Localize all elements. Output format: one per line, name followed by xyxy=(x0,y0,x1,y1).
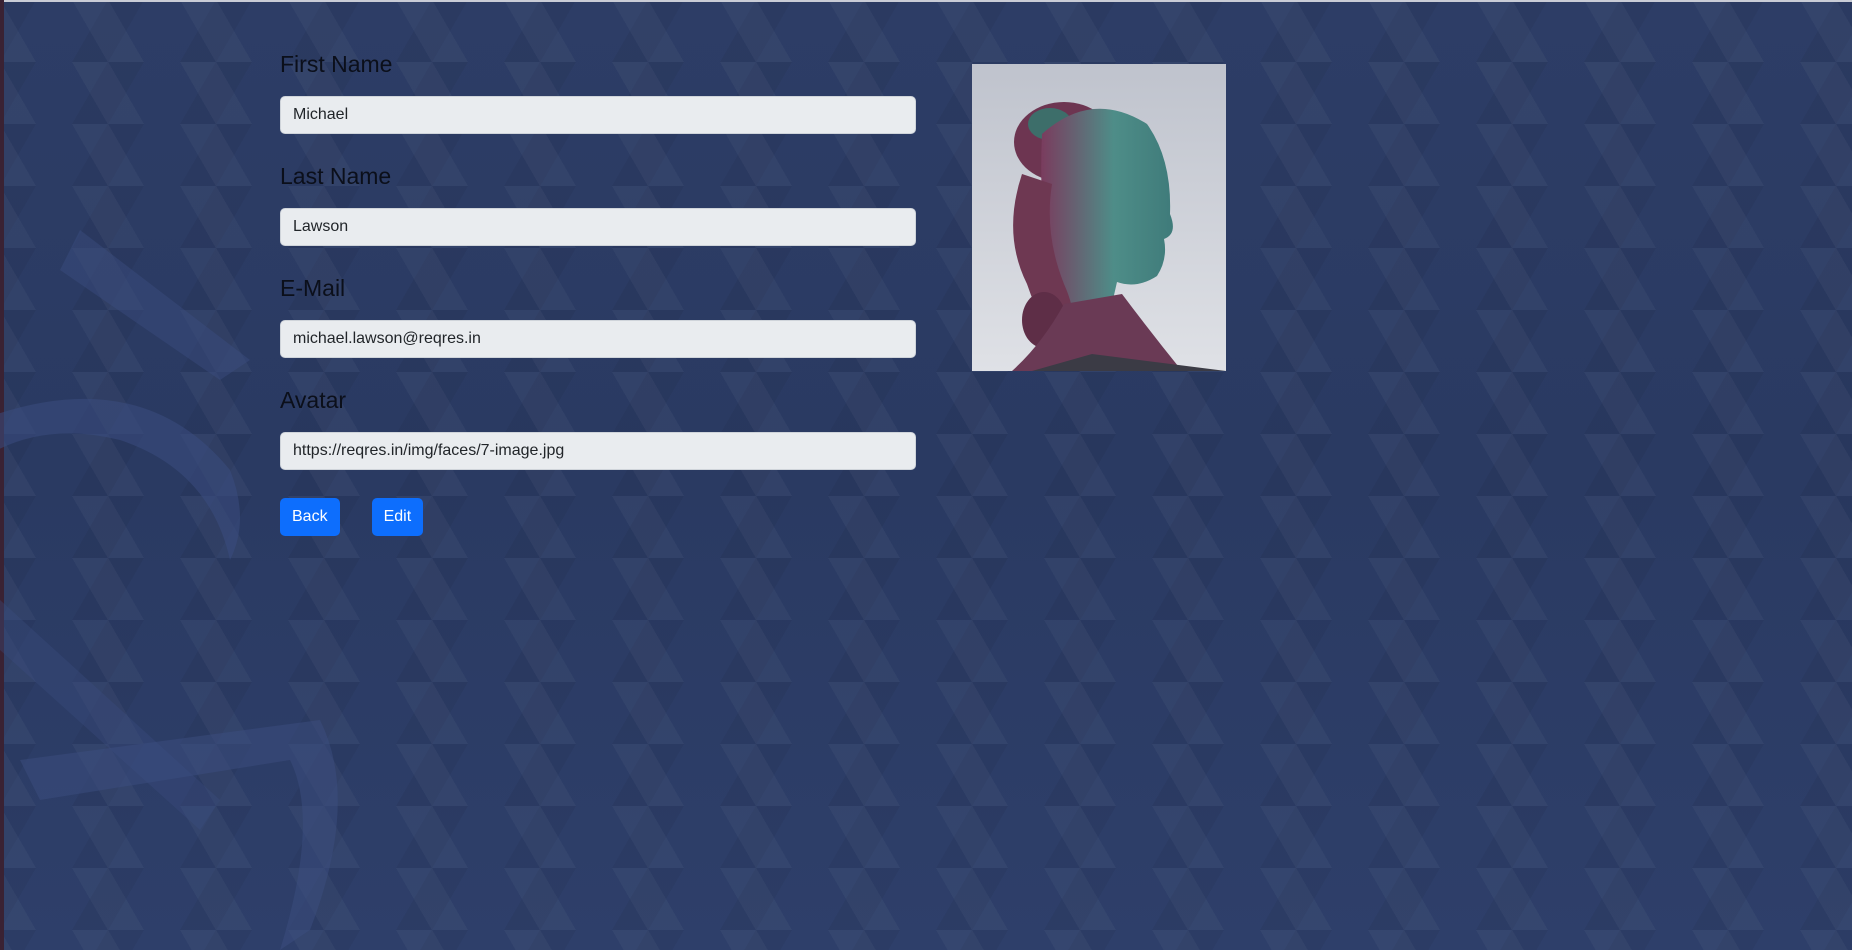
email-label: E-Mail xyxy=(280,275,346,301)
portrait-photo-icon xyxy=(972,64,1226,371)
top-border xyxy=(0,0,1852,2)
first-name-label: First Name xyxy=(280,51,393,77)
email-input[interactable] xyxy=(280,320,916,358)
action-buttons: Back Edit xyxy=(280,498,916,536)
left-edge xyxy=(0,0,4,950)
avatar-image xyxy=(972,64,1226,371)
first-name-input[interactable] xyxy=(280,96,916,134)
back-button[interactable]: Back xyxy=(280,498,340,536)
avatar-url-input[interactable] xyxy=(280,432,916,470)
edit-button[interactable]: Edit xyxy=(371,498,424,536)
user-detail-form: First Name Last Name E-Mail Avatar Back … xyxy=(280,50,916,536)
avatar-label: Avatar xyxy=(280,387,347,413)
last-name-input[interactable] xyxy=(280,208,916,246)
last-name-label: Last Name xyxy=(280,163,392,189)
